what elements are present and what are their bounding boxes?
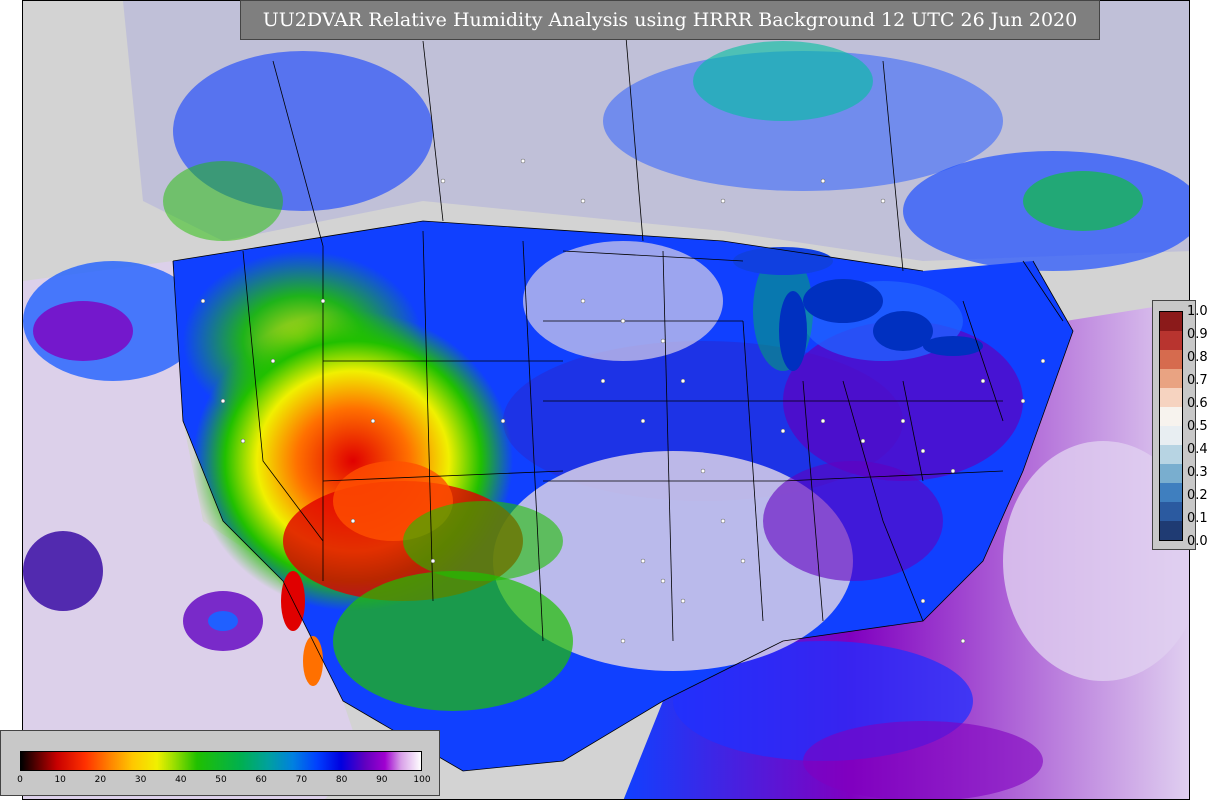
rh-colorbar-tick: 10 xyxy=(54,775,66,785)
rh-colorbar-strip xyxy=(20,751,422,771)
rh-colorbar-tick: 50 xyxy=(215,775,227,785)
rh-colorbar-tick: 30 xyxy=(134,775,147,785)
rh-colorbar-tick: 0 xyxy=(17,775,23,785)
obs-legend-tick: 0.3 xyxy=(1187,465,1208,480)
rh-colorbar-tick: 40 xyxy=(175,775,187,785)
great-lakes xyxy=(803,279,883,323)
rh-colorbar-tick: 20 xyxy=(94,775,107,785)
obs-legend-tick: 0.2 xyxy=(1187,488,1208,503)
obs-legend-tick: 0.1 xyxy=(1187,511,1208,526)
rh-colorbar-tick: 90 xyxy=(376,775,388,785)
obs-legend-tick: 0.5 xyxy=(1187,419,1208,434)
rh-colorbar-tick: 80 xyxy=(335,775,348,785)
obs-legend-tick: 1.0 xyxy=(1187,304,1208,319)
rh-colorbar-tick: 70 xyxy=(295,775,308,785)
obs-legend-tick: 0.9 xyxy=(1187,327,1208,342)
rh-colorbar-tick: 60 xyxy=(255,775,267,785)
obs-legend-tick: 0.4 xyxy=(1187,442,1208,457)
obs-legend-tick: 0.8 xyxy=(1187,350,1208,365)
rh-analysis-map xyxy=(22,0,1190,800)
rh-field xyxy=(23,1,1189,799)
obs-legend-tick: 0.0 xyxy=(1187,534,1208,549)
map-title: UU2DVAR Relative Humidity Analysis using… xyxy=(240,0,1100,40)
obs-legend-tick: 0.6 xyxy=(1187,396,1208,411)
obs-legend: 1.0 0.9 0.8 0.7 0.6 0.5 0.4 0.3 0.2 0.1 0.0 xyxy=(1152,300,1208,550)
rh-colorbar-tick: 100 xyxy=(413,775,431,785)
obs-legend-colorbar xyxy=(1159,311,1183,541)
rh-colorbar: 0 10 20 30 40 50 60 70 80 90 100 xyxy=(0,730,440,796)
obs-legend-tick: 0.7 xyxy=(1187,373,1208,388)
